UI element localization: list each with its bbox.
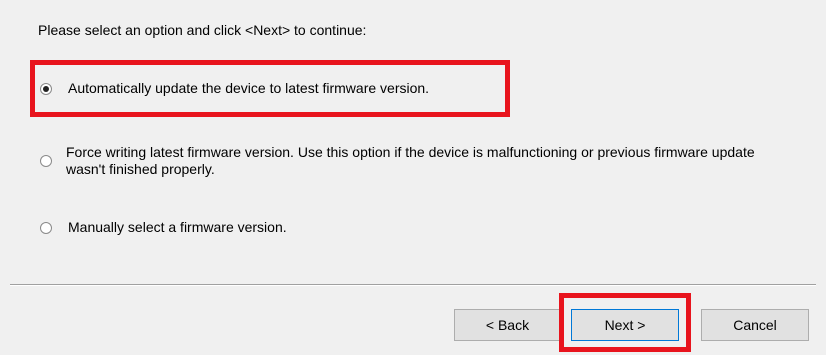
option-manual-select[interactable]: Manually select a firmware version. <box>40 219 287 236</box>
option-force-write-label: Force writing latest firmware version. U… <box>66 144 755 177</box>
instruction-text: Please select an option and click <Next>… <box>38 22 367 38</box>
radio-auto-update[interactable] <box>40 83 52 95</box>
next-button[interactable]: Next > <box>571 309 679 341</box>
radio-manual-select[interactable] <box>40 222 52 234</box>
option-auto-update-label: Automatically update the device to lates… <box>68 80 430 96</box>
cancel-button[interactable]: Cancel <box>701 309 809 341</box>
option-auto-update[interactable]: Automatically update the device to lates… <box>40 80 429 97</box>
radio-force-write[interactable] <box>40 155 52 167</box>
option-manual-select-label: Manually select a firmware version. <box>68 219 287 235</box>
divider <box>10 284 816 286</box>
back-button[interactable]: < Back <box>454 309 561 341</box>
option-force-write[interactable]: Force writing latest firmware version. U… <box>40 144 766 178</box>
